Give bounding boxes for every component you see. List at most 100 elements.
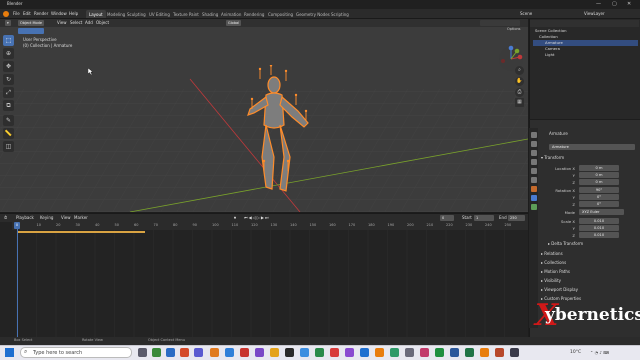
render-tab-icon[interactable] <box>531 141 537 147</box>
outliner-row-light[interactable]: Light <box>533 52 638 58</box>
output-tab-icon[interactable] <box>531 150 537 156</box>
view-layer-tab-icon[interactable] <box>531 159 537 165</box>
tool-tab-icon[interactable] <box>531 132 537 138</box>
system-tray-icons[interactable]: ⌃ ◔ ♪ ⌨ <box>590 350 609 355</box>
rotation-y-field[interactable]: 0° <box>579 194 619 200</box>
annotate-icon[interactable]: ✎ <box>3 115 14 126</box>
transform-orientation-dropdown[interactable]: Global <box>226 20 242 26</box>
playback-controls[interactable]: ⏮◀◁▷▶⏭ <box>244 215 270 220</box>
rotation-x-field[interactable]: 90° <box>579 187 619 193</box>
transform-panel-header[interactable]: ▾ Transform <box>541 154 637 161</box>
taskbar-search-input[interactable]: Type here to search <box>20 347 132 358</box>
rotate-icon[interactable]: ↻ <box>3 74 14 85</box>
menu-select[interactable]: Select <box>70 20 82 25</box>
tab-geometry-nodes[interactable]: Geometry Nodes <box>293 10 333 18</box>
taskbar-app-icon[interactable] <box>360 348 369 357</box>
delta-transform-header[interactable]: ▸ Delta Transform <box>548 240 640 247</box>
start-frame-field[interactable]: 1 <box>474 215 494 221</box>
tab-texture-paint[interactable]: Texture Paint <box>170 10 202 18</box>
close-button[interactable]: ✕ <box>627 1 631 7</box>
tab-sculpting[interactable]: Sculpting <box>124 10 149 18</box>
taskbar-app-icon[interactable] <box>435 348 444 357</box>
playhead[interactable]: 0 <box>14 222 20 229</box>
camera-view-icon[interactable]: ⎙ <box>515 88 524 97</box>
cursor-icon[interactable]: ⊕ <box>3 48 14 59</box>
view-layer-selector[interactable]: ViewLayer <box>584 11 605 16</box>
menu-marker[interactable]: Marker <box>74 215 88 220</box>
location-z-field[interactable]: 0 m <box>579 179 619 185</box>
location-x-field[interactable]: 0 m <box>579 165 619 171</box>
menu-view[interactable]: View <box>57 20 67 25</box>
menu-file[interactable]: File <box>13 11 20 16</box>
scale-icon[interactable]: ⤢ <box>3 87 14 98</box>
scale-x-field[interactable]: 0.010 <box>579 218 619 224</box>
current-frame-field[interactable]: 0 <box>440 215 454 221</box>
taskbar-blender-icon[interactable] <box>480 348 489 357</box>
taskbar-app-icon[interactable] <box>330 348 339 357</box>
select-icon[interactable]: ⬚ <box>3 35 14 46</box>
end-frame-field[interactable]: 250 <box>508 215 525 221</box>
move-icon[interactable]: ✥ <box>3 61 14 72</box>
taskbar-app-icon[interactable] <box>152 348 161 357</box>
taskbar-app-icon[interactable] <box>166 348 175 357</box>
taskbar-app-icon[interactable] <box>315 348 324 357</box>
menu-help[interactable]: Help <box>69 11 78 16</box>
taskbar-app-icon[interactable] <box>240 348 249 357</box>
add-cube-icon[interactable]: ◫ <box>3 141 14 152</box>
viewport-display-header[interactable]: ▸ Viewport Display <box>541 286 637 293</box>
visibility-header[interactable]: ▸ Visibility <box>541 277 637 284</box>
tab-layout[interactable]: Layout <box>86 10 106 18</box>
minimize-button[interactable]: — <box>596 1 601 7</box>
taskbar-app-icon[interactable] <box>420 348 429 357</box>
taskbar-app-icon[interactable] <box>405 348 414 357</box>
taskbar-app-icon[interactable] <box>390 348 399 357</box>
motion-paths-header[interactable]: ▸ Motion Paths <box>541 268 637 275</box>
scale-z-field[interactable]: 0.010 <box>579 232 619 238</box>
taskbar-app-icon[interactable] <box>285 348 294 357</box>
taskbar-app-icon[interactable] <box>465 348 474 357</box>
taskbar-app-icon[interactable] <box>225 348 234 357</box>
mode-dropdown[interactable]: Object Mode <box>18 20 45 26</box>
timeline-ruler[interactable]: 0 10 20 30 40 50 60 70 80 90 100 110 120 130 140 150 160… <box>12 222 528 230</box>
scene-selector[interactable]: Scene <box>520 11 532 16</box>
taskbar-app-icon[interactable] <box>180 348 189 357</box>
tab-rendering[interactable]: Rendering <box>241 10 267 18</box>
taskbar-app-icon[interactable] <box>300 348 309 357</box>
taskbar-app-icon[interactable] <box>270 348 279 357</box>
menu-timeline-view[interactable]: View <box>61 215 71 220</box>
pan-hand-icon[interactable]: ✋ <box>515 77 524 86</box>
armature-character[interactable] <box>236 65 326 205</box>
taskbar-app-icon[interactable] <box>210 348 219 357</box>
taskbar-app-icon[interactable] <box>345 348 354 357</box>
record-button[interactable]: ⏺ <box>234 215 236 220</box>
menu-object[interactable]: Object <box>96 20 109 25</box>
tab-uv-editing[interactable]: UV Editing <box>146 10 173 18</box>
collections-header[interactable]: ▸ Collections <box>541 259 637 266</box>
taskbar-app-icon[interactable] <box>510 348 519 357</box>
location-y-field[interactable]: 0 m <box>579 172 619 178</box>
3d-viewport[interactable] <box>0 19 528 212</box>
menu-render[interactable]: Render <box>34 11 48 16</box>
taskbar-app-icon[interactable] <box>375 348 384 357</box>
weather-text[interactable]: 10°C <box>570 350 581 355</box>
shading-buttons[interactable] <box>480 20 520 26</box>
blender-logo-icon[interactable] <box>3 11 9 17</box>
ortho-grid-icon[interactable]: ▦ <box>515 98 524 107</box>
taskbar-app-icon[interactable] <box>194 348 203 357</box>
timeline-area[interactable] <box>0 222 528 337</box>
taskbar-app-icon[interactable] <box>450 348 459 357</box>
task-view-icon[interactable] <box>138 348 147 357</box>
taskbar-app-icon[interactable] <box>255 348 264 357</box>
object-name-field[interactable]: Armature <box>549 144 635 150</box>
maximize-button[interactable]: ▢ <box>612 1 617 7</box>
menu-playback[interactable]: Playback <box>16 215 34 220</box>
menu-window[interactable]: Window <box>51 11 67 16</box>
transform-icon[interactable]: ⧉ <box>3 100 14 111</box>
zoom-icon[interactable]: ⌕ <box>515 66 524 75</box>
tab-compositing[interactable]: Compositing <box>265 10 296 18</box>
selection-mode-buttons[interactable] <box>18 28 44 34</box>
measure-icon[interactable]: 📏 <box>3 128 14 139</box>
relations-header[interactable]: ▸ Relations <box>541 250 637 257</box>
options-dropdown[interactable]: Options <box>507 27 521 31</box>
menu-edit[interactable]: Edit <box>23 11 31 16</box>
